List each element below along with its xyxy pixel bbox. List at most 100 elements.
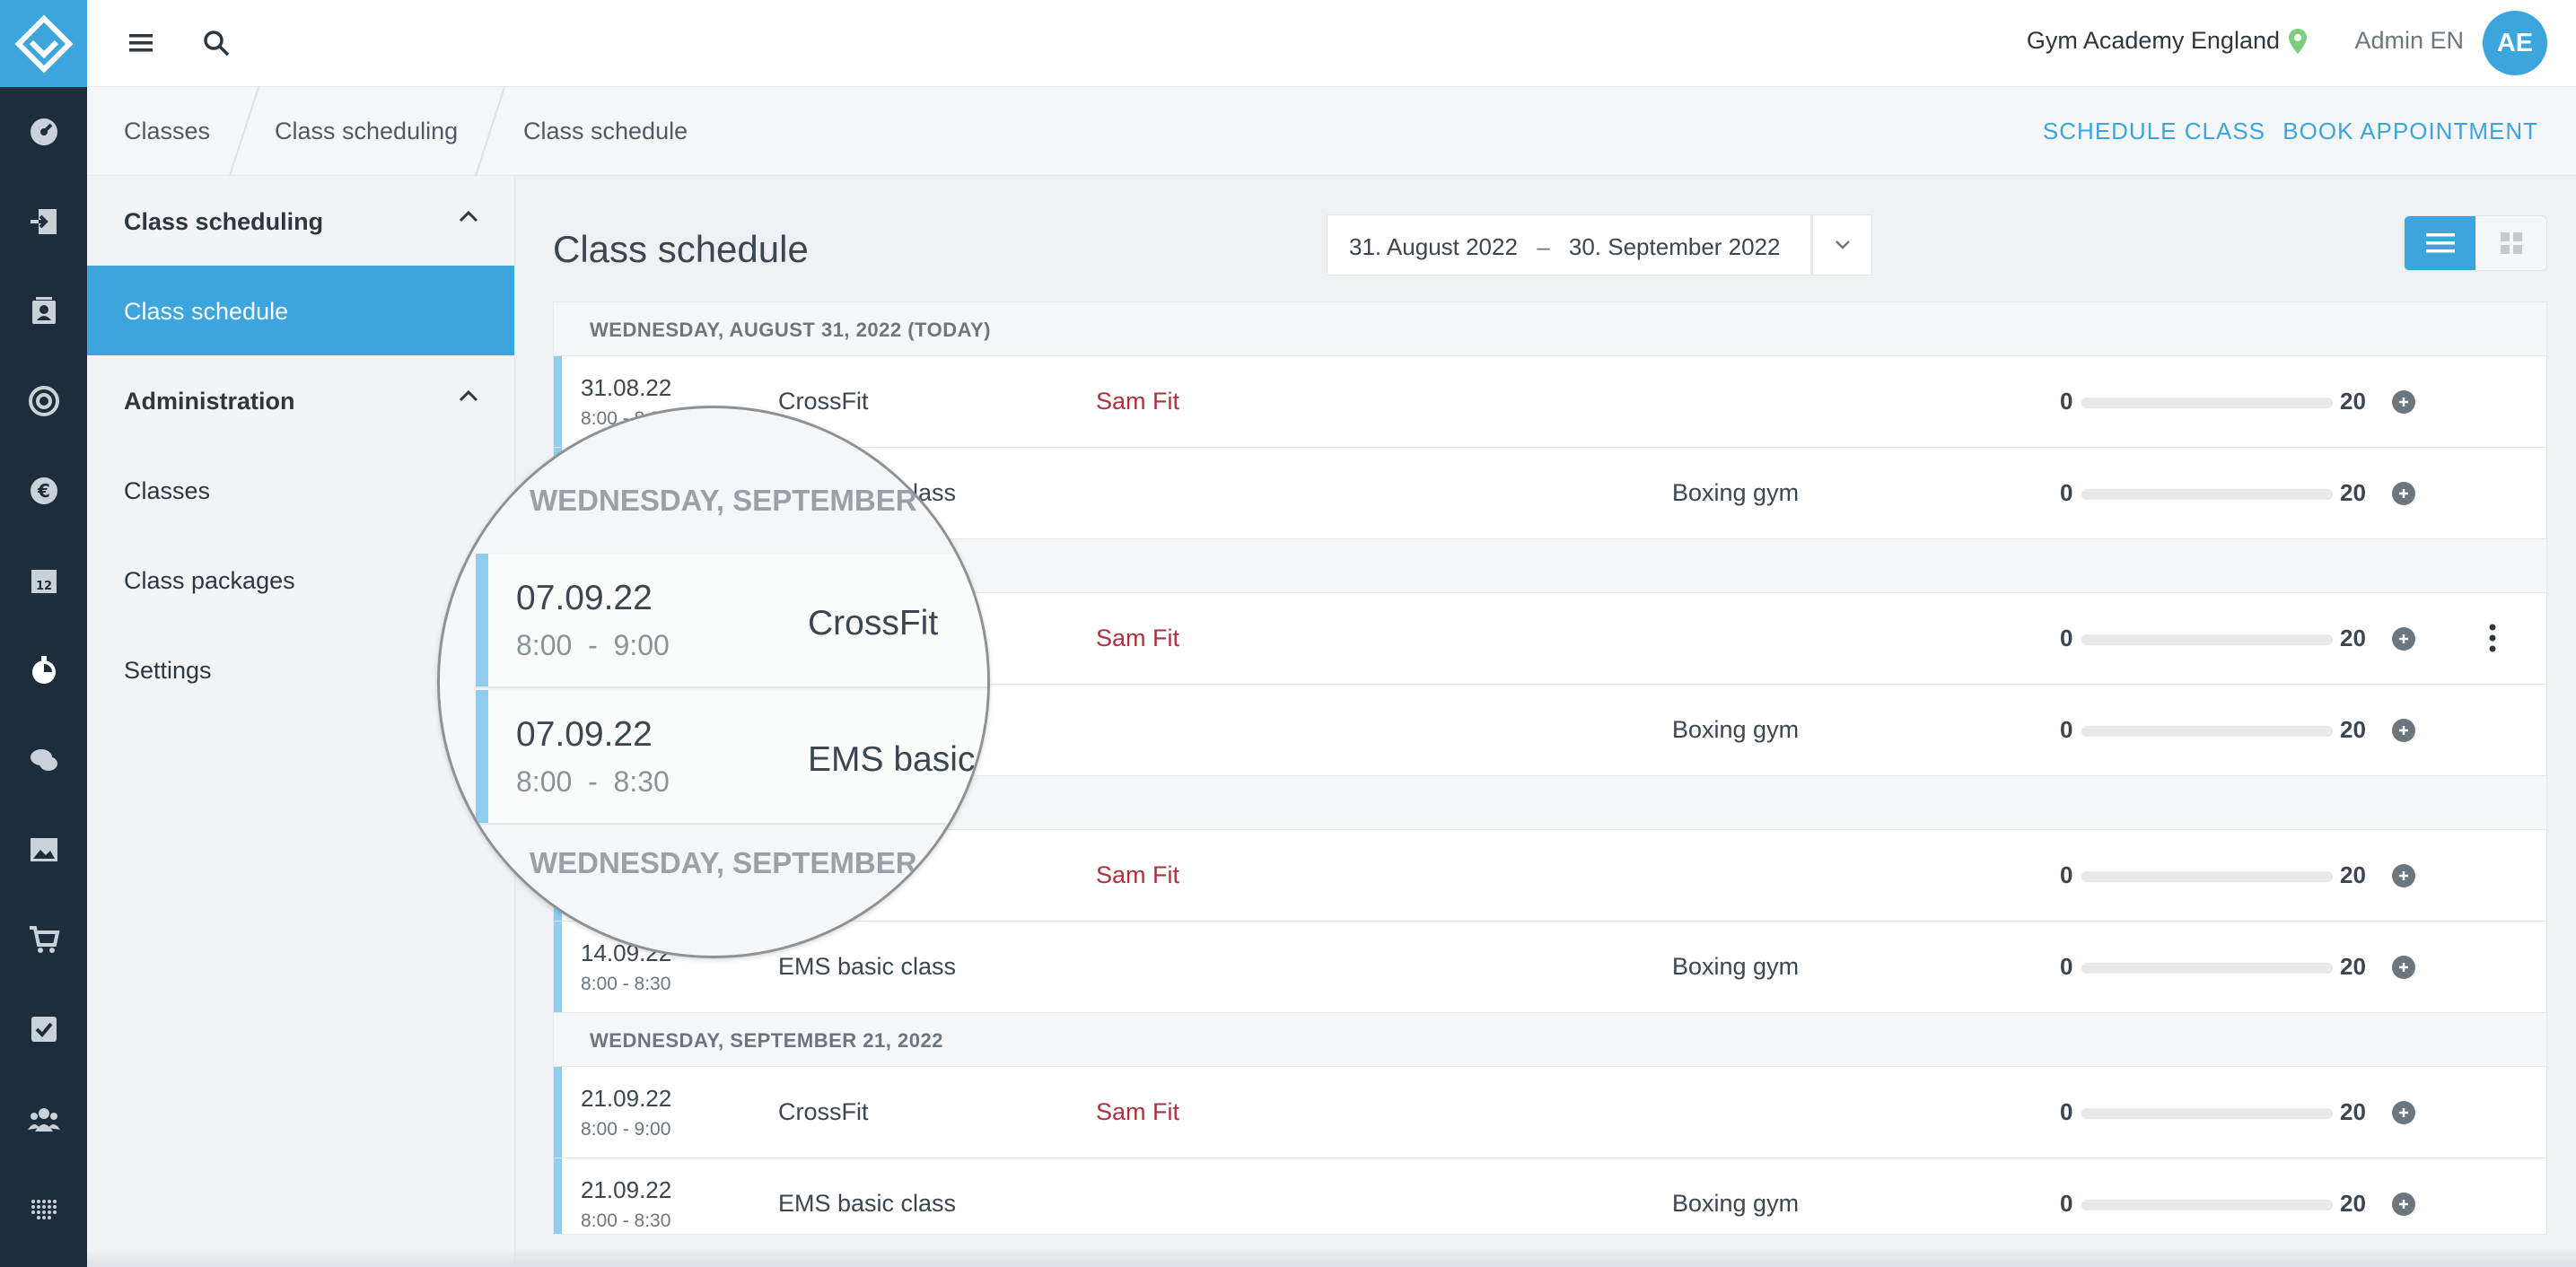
view-toggle <box>2404 215 2547 271</box>
rail-dashboard[interactable] <box>0 87 87 177</box>
capacity-count: 20 <box>2340 1190 2366 1217</box>
avatar[interactable]: AE <box>2483 11 2547 75</box>
booked-count: 0 <box>2060 716 2073 743</box>
plus-icon <box>2399 398 2408 406</box>
add-booking-button[interactable] <box>2392 482 2415 505</box>
class-date: 21.09.22 <box>581 1085 672 1112</box>
subnav-item-label: Class schedule <box>124 298 289 325</box>
add-booking-button[interactable] <box>2392 627 2415 651</box>
rail-gallery[interactable] <box>0 805 87 895</box>
magnified-class-name: EMS basic <box>808 740 976 779</box>
chevron-up-icon <box>459 389 478 402</box>
checkbox-icon <box>31 1017 57 1042</box>
add-booking-button[interactable] <box>2392 719 2415 742</box>
kebab-icon <box>2489 624 2496 652</box>
rail-more[interactable] <box>0 1164 87 1254</box>
date-range-dropdown[interactable] <box>1811 214 1872 275</box>
app-rail: € 12 <box>0 0 87 1267</box>
class-time: 8:00 - 8:30 <box>581 1210 671 1231</box>
add-booking-button[interactable] <box>2392 956 2415 979</box>
svg-text:12: 12 <box>35 580 51 593</box>
book-appointment-button[interactable]: BOOK APPOINTMENT <box>2282 118 2538 145</box>
subnav-group-class-scheduling[interactable]: Class scheduling <box>87 176 514 266</box>
subnav-item-class-schedule[interactable]: Class schedule <box>87 266 514 355</box>
class-row[interactable]: 21.09.22 8:00 - 8:30 EMS basic class Boxing… <box>554 1158 2546 1234</box>
trainer-name[interactable]: Sam Fit <box>1096 625 1179 652</box>
add-booking-button[interactable] <box>2392 1193 2415 1216</box>
row-accent <box>554 1158 562 1234</box>
schedule-class-button[interactable]: SCHEDULE CLASS <box>2043 118 2265 145</box>
rail-tasks[interactable] <box>0 984 87 1074</box>
subnav-group-label: Class scheduling <box>124 208 324 235</box>
more-options-button[interactable] <box>2484 620 2502 656</box>
subnav-group-label: Administration <box>124 388 295 415</box>
dashboard-icon <box>30 118 57 145</box>
rail-members[interactable] <box>0 1074 87 1164</box>
trainer-name[interactable]: Sam Fit <box>1096 861 1179 889</box>
rail-check-in[interactable] <box>0 177 87 267</box>
trainer-name[interactable]: Sam Fit <box>1096 388 1179 415</box>
class-time: 8:00 - 8:30 <box>581 974 671 994</box>
date-range-picker[interactable]: 31. August 2022 – 30. September 2022 <box>1327 214 1811 275</box>
zoom-magnifier: WEDNESDAY, SEPTEMBER 7, 07.09.22 8:00 - … <box>437 406 990 958</box>
chat-icon <box>30 749 57 771</box>
room-name: Boxing gym <box>1672 1190 1800 1217</box>
room-name: Boxing gym <box>1672 953 1800 980</box>
rail-calendar[interactable]: 12 <box>0 536 87 625</box>
booked-count: 0 <box>2060 861 2073 888</box>
date-range-text: 31. August 2022 – 30. September 2022 <box>1349 233 1781 261</box>
grid-view-button[interactable] <box>2475 216 2546 270</box>
plus-icon <box>2399 1200 2408 1209</box>
rail-shop[interactable] <box>0 895 87 984</box>
capacity-bar <box>2081 726 2333 737</box>
class-name[interactable]: EMS basic class <box>778 1190 956 1218</box>
menu-button[interactable] <box>123 25 159 61</box>
magnified-class-name: CrossFit <box>808 604 939 642</box>
check-in-icon <box>30 209 57 234</box>
rail-contacts[interactable] <box>0 267 87 356</box>
breadcrumb-classes[interactable]: Classes <box>124 118 210 145</box>
capacity-bar <box>2081 1108 2333 1119</box>
day-header-label: WEDNESDAY, SEPTEMBER 21, 2022 <box>590 1029 943 1052</box>
subnav-item-label: Class packages <box>124 567 295 594</box>
plus-icon <box>2399 871 2408 880</box>
booked-count: 0 <box>2060 953 2073 980</box>
capacity-count: 20 <box>2340 479 2366 506</box>
breadcrumb-class-scheduling[interactable]: Class scheduling <box>275 118 458 145</box>
magnified-time: 8:00 - 9:00 <box>516 629 670 661</box>
booked-count: 0 <box>2060 1098 2073 1125</box>
capacity-count: 20 <box>2340 388 2366 415</box>
capacity-count: 20 <box>2340 953 2366 980</box>
rail-finance[interactable]: € <box>0 446 87 536</box>
add-booking-button[interactable] <box>2392 390 2415 414</box>
hamburger-icon <box>129 34 153 52</box>
class-name[interactable]: EMS basic class <box>778 953 956 981</box>
class-date: 31.08.22 <box>581 374 672 401</box>
user-name[interactable]: Admin EN <box>2354 27 2464 55</box>
logo-icon <box>13 13 74 74</box>
day-header-label: WEDNESDAY, AUGUST 31, 2022 (TODAY) <box>590 319 991 341</box>
gym-selector[interactable]: Gym Academy England <box>2027 27 2280 55</box>
breadcrumb-divider <box>474 87 506 176</box>
search-button[interactable] <box>198 25 234 61</box>
magnified-day-label: WEDNESDAY, SEPTEMBER 1 <box>530 846 942 879</box>
add-booking-button[interactable] <box>2392 864 2415 887</box>
class-row[interactable]: 21.09.22 8:00 - 9:00 CrossFit Sam Fit 0 20 <box>554 1067 2546 1158</box>
app-logo[interactable] <box>0 0 87 87</box>
magnified-time: 8:00 - 8:30 <box>516 765 670 798</box>
rail-target[interactable] <box>0 356 87 446</box>
capacity-bar <box>2081 1200 2333 1210</box>
calendar-icon: 12 <box>31 570 57 593</box>
rail-chat[interactable] <box>0 715 87 805</box>
magnified-day-header: WEDNESDAY, SEPTEMBER 1 <box>440 825 987 905</box>
add-booking-button[interactable] <box>2392 1101 2415 1124</box>
rail-stopwatch[interactable] <box>0 625 87 715</box>
capacity-bar <box>2081 871 2333 882</box>
class-date: 21.09.22 <box>581 1176 672 1203</box>
row-accent <box>476 690 488 823</box>
chevron-up-icon <box>459 210 478 223</box>
trainer-name[interactable]: Sam Fit <box>1096 1098 1179 1126</box>
list-view-button[interactable] <box>2405 216 2475 270</box>
search-icon <box>204 31 230 57</box>
class-name[interactable]: CrossFit <box>778 1098 869 1126</box>
